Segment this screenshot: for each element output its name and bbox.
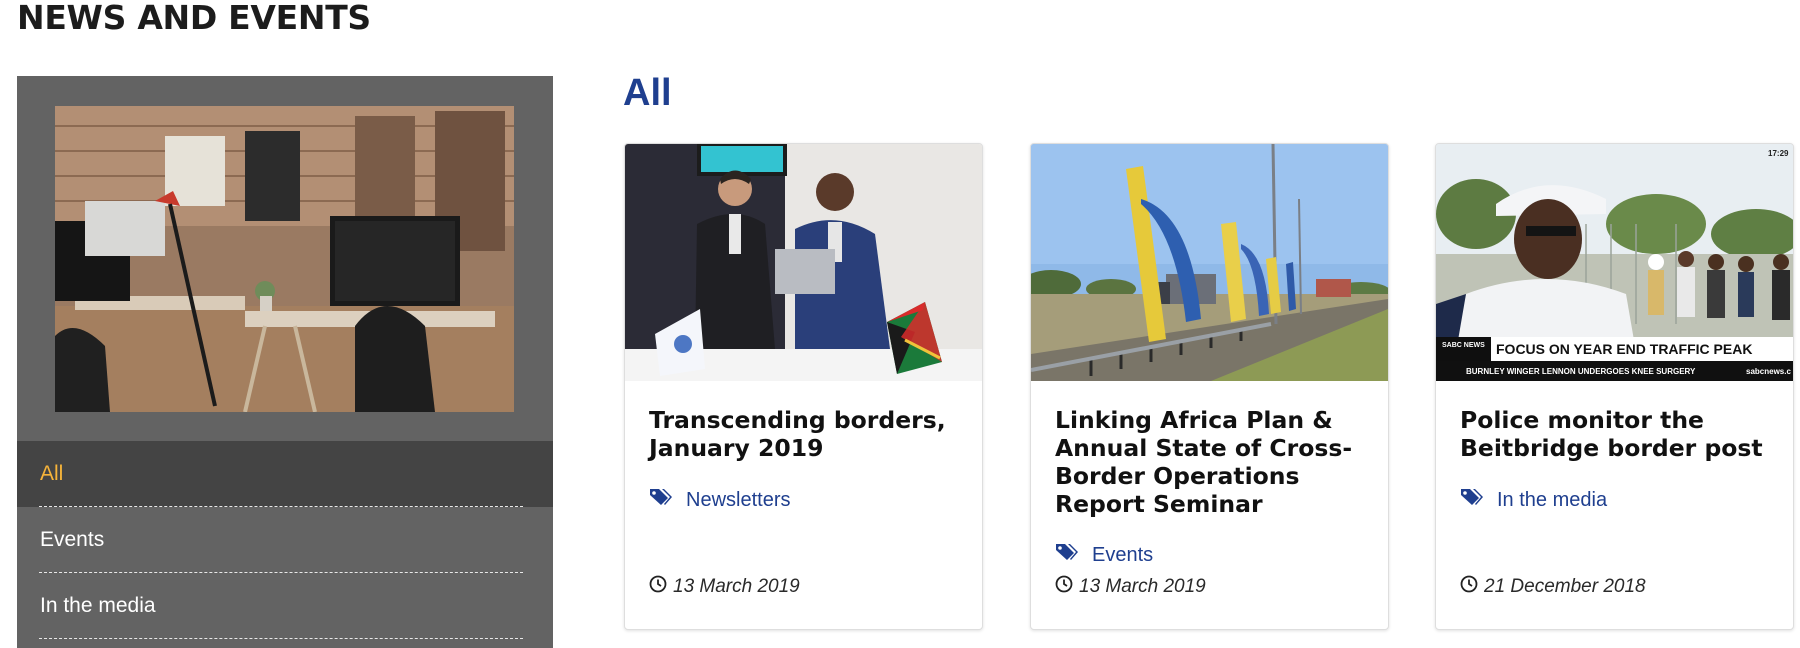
- card-date: 21 December 2018: [1460, 575, 1646, 599]
- card-date-label: 13 March 2019: [673, 576, 800, 597]
- nav-item-label: All: [40, 462, 64, 485]
- news-card[interactable]: SABC NEWS FOCUS ON YEAR END TRAFFIC PEAK…: [1435, 143, 1794, 630]
- card-title[interactable]: Police monitor the Beitbridge border pos…: [1460, 406, 1780, 462]
- card-category-label: In the media: [1497, 488, 1608, 511]
- page-title: NEWS AND EVENTS: [17, 0, 371, 37]
- card-category[interactable]: Newsletters: [649, 487, 790, 513]
- card-image: [1031, 144, 1388, 381]
- clock-icon: [1460, 575, 1478, 599]
- news-card[interactable]: Transcending borders, January 2019 Newsl…: [624, 143, 983, 630]
- card-image: [625, 144, 982, 381]
- card-date-label: 21 December 2018: [1484, 576, 1646, 597]
- category-nav: All Events In the media: [17, 441, 553, 639]
- card-date: 13 March 2019: [649, 575, 800, 599]
- card-image: SABC NEWS FOCUS ON YEAR END TRAFFIC PEAK…: [1436, 144, 1793, 381]
- card-date-label: 13 March 2019: [1079, 576, 1206, 597]
- card-date: 13 March 2019: [1055, 575, 1206, 599]
- overlay-headline: FOCUS ON YEAR END TRAFFIC PEAK: [1496, 341, 1752, 357]
- tag-icon: [1055, 542, 1079, 568]
- card-category[interactable]: In the media: [1460, 487, 1607, 513]
- card-category[interactable]: Events: [1055, 542, 1153, 568]
- news-card[interactable]: Linking Africa Plan & Annual State of Cr…: [1030, 143, 1389, 630]
- card-category-label: Events: [1092, 543, 1154, 566]
- nav-item-label: In the media: [40, 594, 156, 617]
- sidebar: All Events In the media: [17, 76, 553, 648]
- nav-item-events[interactable]: Events: [17, 507, 553, 573]
- channel-logo: SABC NEWS: [1442, 342, 1485, 349]
- nav-item-all[interactable]: All: [17, 441, 553, 507]
- tag-icon: [649, 487, 673, 513]
- card-title[interactable]: Linking Africa Plan & Annual State of Cr…: [1055, 406, 1375, 518]
- tag-icon: [1460, 487, 1484, 513]
- card-category-label: Newsletters: [686, 488, 791, 511]
- clock-icon: [1055, 575, 1073, 599]
- overlay-clock: 17:29: [1768, 149, 1789, 158]
- clock-icon: [649, 575, 667, 599]
- section-title: All: [623, 72, 672, 114]
- sidebar-image: [55, 106, 514, 412]
- overlay-ticker-site: sabcnews.c: [1746, 367, 1791, 376]
- nav-item-in-the-media[interactable]: In the media: [17, 573, 553, 639]
- overlay-ticker: BURNLEY WINGER LENNON UNDERGOES KNEE SUR…: [1466, 367, 1696, 376]
- nav-item-label: Events: [40, 528, 105, 551]
- card-title[interactable]: Transcending borders, January 2019: [649, 406, 969, 462]
